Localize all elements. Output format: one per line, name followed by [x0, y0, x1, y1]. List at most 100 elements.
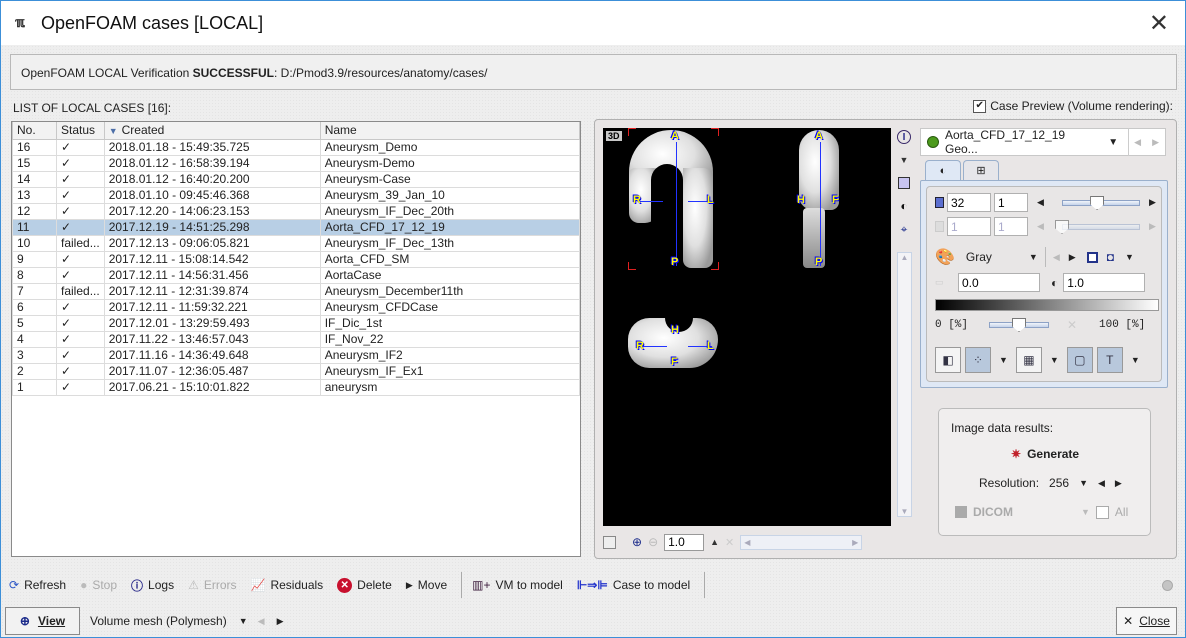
shading-button[interactable]: ◧: [935, 347, 961, 373]
vertical-scrollbar[interactable]: ▲ ▼: [897, 252, 912, 517]
reset-icon[interactable]: ✕: [1067, 318, 1077, 332]
crosshair-icon[interactable]: ⌖: [895, 220, 913, 238]
points-dropdown-arrow[interactable]: ▼: [999, 355, 1008, 365]
all-checkbox[interactable]: [1095, 505, 1109, 519]
table-row[interactable]: 12 ✓ 2017.12.20 - 14:06:23.153 Aneurysm_IF_…: [12, 202, 581, 220]
slice-prev-arrow[interactable]: ◀: [1037, 197, 1044, 208]
tab-layout[interactable]: ⊞: [963, 160, 999, 180]
zoom-out-icon[interactable]: ⊖: [648, 535, 658, 549]
case-preview-toggle[interactable]: ✔ Case Preview (Volume rendering):: [973, 99, 1173, 113]
mesh-type-dropdown-arrow[interactable]: ▼: [239, 616, 248, 626]
colormap-dropdown-arrow[interactable]: ▼: [1029, 252, 1038, 262]
upper-threshold-input[interactable]: [1063, 273, 1146, 292]
table-row[interactable]: 5 ✓ 2017.12.01 - 13:29:59.493 IF_Dic_1st: [12, 314, 581, 332]
move-button[interactable]: ▶ Move: [406, 578, 447, 592]
residuals-button[interactable]: 📈 Residuals: [251, 578, 324, 592]
scroll-up-arrow[interactable]: ▲: [898, 253, 911, 262]
table-row[interactable]: 10 failed... 2017.12.13 - 09:06:05.821 Aneu…: [12, 234, 581, 252]
colormap-value[interactable]: Gray: [966, 250, 1026, 264]
window-close-button[interactable]: ✕: [1149, 9, 1169, 38]
table-row[interactable]: 15 ✓ 2018.01.12 - 16:58:39.194 Aneurysm-Dem…: [12, 154, 581, 172]
grid-button[interactable]: ▦: [1015, 347, 1042, 373]
delete-button[interactable]: ✕ Delete: [337, 577, 392, 593]
text-overlay-button[interactable]: T: [1096, 347, 1123, 373]
slice-input[interactable]: [947, 193, 991, 212]
format-dropdown-arrow[interactable]: ▼: [1081, 507, 1090, 517]
frame-slider-thumb[interactable]: [1055, 220, 1069, 234]
table-row[interactable]: 16 ✓ 2018.01.18 - 15:49:35.725 Aneurysm_Dem…: [12, 138, 581, 156]
slice-slider-thumb[interactable]: [1090, 196, 1105, 210]
colormap-next-arrow[interactable]: ▶: [1069, 252, 1076, 263]
mesh-next-arrow[interactable]: ▶: [277, 616, 284, 627]
column-header-status[interactable]: Status: [56, 122, 105, 140]
table-row[interactable]: 7 failed... 2017.12.11 - 12:31:39.874 Aneur…: [12, 282, 581, 300]
overlay-dropdown-arrow[interactable]: ▼: [1131, 355, 1140, 365]
resolution-prev-arrow[interactable]: ◀: [1098, 478, 1105, 489]
generate-button[interactable]: ✷ Generate: [1011, 447, 1079, 461]
resolution-value[interactable]: 256: [1049, 476, 1069, 490]
refresh-button[interactable]: ⟳ Refresh: [9, 578, 66, 592]
lower-threshold-input[interactable]: [958, 273, 1040, 292]
errors-button[interactable]: ⚠ Errors: [188, 578, 236, 592]
mesh-prev-arrow[interactable]: ◀: [258, 616, 265, 627]
logs-button[interactable]: ⓘ Logs: [131, 577, 174, 594]
table-row[interactable]: 2 ✓ 2017.11.07 - 12:36:05.487 Aneurysm_IF_E…: [12, 362, 581, 380]
scroll-down-arrow[interactable]: ▼: [898, 507, 911, 516]
resolution-next-arrow[interactable]: ▶: [1115, 478, 1122, 489]
stop-button[interactable]: ● Stop: [80, 578, 117, 592]
table-row[interactable]: 13 ✓ 2018.01.10 - 09:45:46.368 Aneurysm_39_…: [12, 186, 581, 204]
fit-checkbox[interactable]: [603, 535, 616, 549]
previous-series-icon[interactable]: ◀: [1134, 137, 1141, 148]
3d-colormap-icon[interactable]: ◘: [1107, 250, 1114, 264]
tab-contrast[interactable]: ◐: [925, 160, 961, 180]
close-button[interactable]: ✕ Close: [1116, 607, 1177, 635]
frame-slider[interactable]: [1062, 224, 1140, 230]
info-icon[interactable]: I: [895, 128, 913, 146]
slice-next-arrow[interactable]: ▶: [1149, 197, 1156, 208]
slice-step-input[interactable]: [994, 193, 1028, 212]
case-preview-checkbox[interactable]: ✔: [973, 99, 987, 113]
frame-step-input[interactable]: [994, 217, 1028, 236]
colormap-gradient-bar[interactable]: [935, 299, 1159, 311]
zoom-factor-input[interactable]: [664, 533, 705, 551]
opacity-slider-thumb[interactable]: [1012, 318, 1026, 332]
table-row[interactable]: 14 ✓ 2018.01.12 - 16:40:20.200 Aneurysm-Cas…: [12, 170, 581, 188]
table-row[interactable]: 8 ✓ 2017.12.11 - 14:56:31.456 AortaCase: [12, 266, 581, 284]
zoom-up-arrow-icon[interactable]: ▲: [710, 537, 719, 547]
table-row[interactable]: 1 ✓ 2017.06.21 - 15:10:01.822 aneurysm: [12, 378, 581, 396]
reset-zoom-icon[interactable]: ✕: [725, 536, 734, 549]
colormap-prev-arrow[interactable]: ◀: [1053, 252, 1060, 263]
palette-icon[interactable]: 🎨: [935, 247, 955, 267]
resolution-dropdown-arrow[interactable]: ▼: [1079, 478, 1088, 488]
table-row[interactable]: 3 ✓ 2017.11.16 - 14:36:49.648 Aneurysm_IF2: [12, 346, 581, 364]
frame-input[interactable]: [947, 217, 991, 236]
volume-viewer[interactable]: 3D A R L P A H F P H R L F: [603, 128, 891, 526]
series-selector[interactable]: Aorta_CFD_17_12_19 Geo... ▼ ◀ ▶: [920, 128, 1166, 156]
case-to-model-button[interactable]: ⊩⇒⊫ Case to model: [577, 578, 690, 592]
table-row[interactable]: 6 ✓ 2017.12.11 - 11:59:32.221 Aneurysm_CFDC…: [12, 298, 581, 316]
vm-to-model-button[interactable]: ▥+ VM to model: [472, 578, 563, 592]
table-row[interactable]: 4 ✓ 2017.11.22 - 13:46:57.043 IF_Nov_22: [12, 330, 581, 348]
upper-threshold-icon[interactable]: ◐: [1051, 276, 1058, 290]
view-button[interactable]: ⊕ View: [5, 607, 80, 635]
mesh-type-select[interactable]: Volume mesh (Polymesh): [90, 614, 227, 628]
column-header-created[interactable]: ▼ Created: [103, 122, 321, 140]
background-color-icon[interactable]: [895, 174, 913, 192]
zoom-in-icon[interactable]: ⊕: [632, 535, 642, 549]
column-header-name[interactable]: Name: [319, 122, 581, 140]
lower-lock-icon[interactable]: ▭: [935, 277, 945, 288]
outline-button[interactable]: ▢: [1066, 347, 1093, 373]
invert-colormap-icon[interactable]: [1086, 251, 1098, 263]
format-value[interactable]: DICOM: [973, 505, 1013, 519]
frame-prev-arrow[interactable]: ◀: [1037, 221, 1044, 232]
table-row[interactable]: 9 ✓ 2017.12.11 - 15:08:14.542 Aorta_CFD_SM: [12, 250, 581, 268]
scroll-right-arrow[interactable]: ▶: [852, 538, 858, 547]
contrast-icon[interactable]: ◐: [895, 197, 913, 215]
scroll-left-arrow[interactable]: ◀: [744, 538, 750, 547]
colormap-options-arrow[interactable]: ▼: [1125, 252, 1134, 262]
frame-next-arrow[interactable]: ▶: [1149, 221, 1156, 232]
horizontal-scrollbar[interactable]: ◀ ▶: [740, 534, 863, 550]
dropdown-arrow-icon[interactable]: ▼: [895, 151, 913, 169]
column-header-no[interactable]: No.: [12, 122, 57, 140]
table-row[interactable]: 11 ✓ 2017.12.19 - 14:51:25.298 Aorta_CFD_17…: [12, 218, 581, 236]
